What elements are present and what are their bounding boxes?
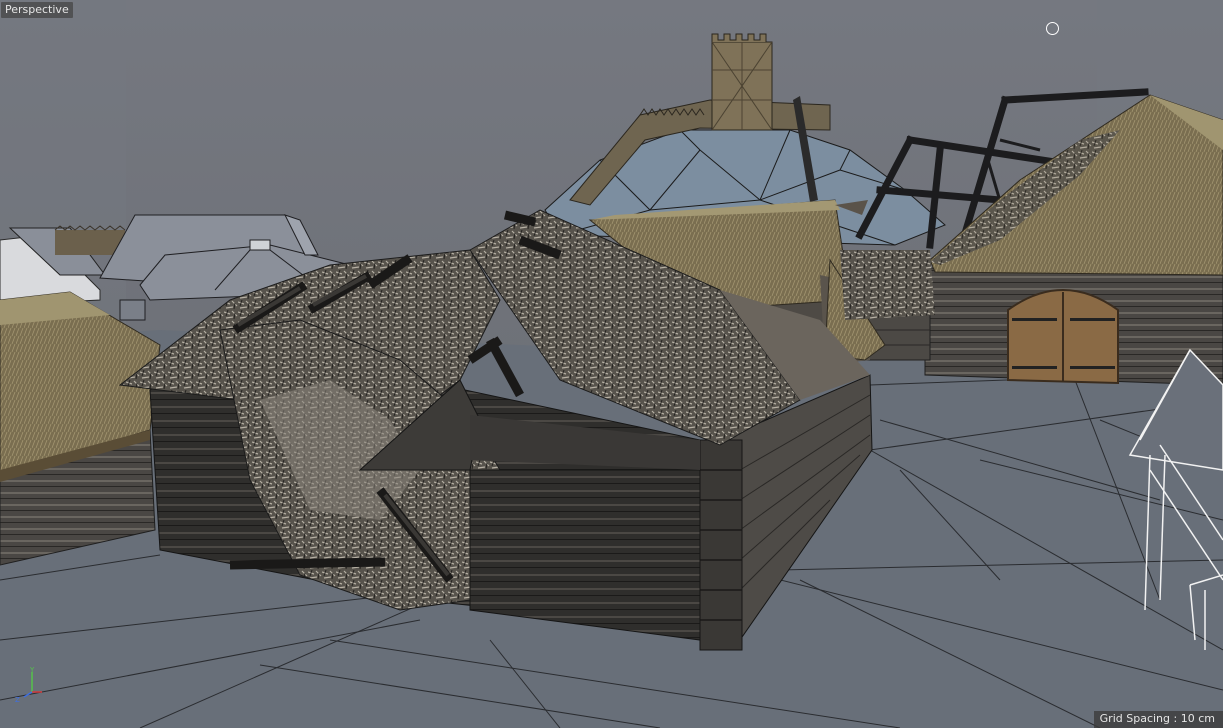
grid-spacing-value: 10 cm	[1180, 712, 1215, 725]
cursor-icon	[1046, 22, 1059, 35]
3d-scene-render[interactable]	[0, 0, 1223, 728]
axis-y-label: Y	[29, 666, 35, 674]
palisade-left	[54, 225, 126, 255]
axis-z-label: Z	[15, 696, 20, 704]
grid-spacing-label: Grid Spacing	[1099, 712, 1171, 725]
perspective-viewport[interactable]: Perspective Y Z Grid Spacing : 10 cm	[0, 0, 1223, 728]
grid-spacing-readout: Grid Spacing : 10 cm	[1093, 711, 1223, 728]
grid-spacing-separator: :	[1173, 712, 1178, 725]
view-name-label[interactable]: Perspective	[1, 2, 73, 18]
axis-gizmo-icon: Y Z	[15, 666, 42, 704]
thatched-house-left	[0, 291, 161, 566]
